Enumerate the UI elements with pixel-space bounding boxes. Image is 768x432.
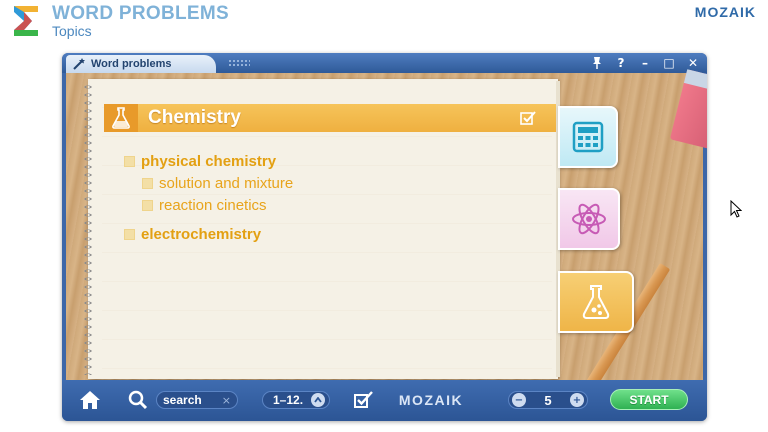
toolbar-brand-logo: MOZAIK	[398, 392, 464, 408]
home-icon	[80, 391, 100, 409]
app-logo-icon	[14, 6, 38, 36]
problem-count-value: 5	[544, 392, 552, 408]
window-controls: ? – □ ✕	[589, 55, 701, 71]
topic-label: physical chemistry	[141, 153, 277, 170]
decrement-icon[interactable]: −	[512, 393, 526, 407]
select-check-button[interactable]	[354, 389, 374, 411]
window-tab-label: Word problems	[91, 58, 172, 70]
wand-icon	[73, 58, 85, 70]
topic-checkbox[interactable]	[124, 156, 135, 167]
topic-checkbox[interactable]	[142, 178, 153, 189]
search-field[interactable]: search ×	[128, 389, 240, 411]
chevron-up-icon[interactable]	[311, 393, 325, 407]
topic-title: Chemistry	[148, 107, 241, 128]
clear-search-icon[interactable]: ×	[222, 394, 231, 407]
topic-header-iconbox	[104, 104, 138, 132]
maximize-button[interactable]: □	[661, 55, 677, 71]
search-icon	[128, 390, 148, 410]
select-all-check-icon[interactable]	[520, 110, 536, 126]
calculator-icon	[572, 121, 604, 153]
grade-range-selector[interactable]: 1–12.	[262, 391, 330, 409]
window-tab[interactable]: Word problems	[66, 55, 216, 73]
topics-notebook: Chemistry physical chemistry solution an…	[78, 79, 560, 379]
maximize-icon: □	[663, 56, 675, 70]
flask-icon	[112, 107, 130, 129]
topic-item-electrochemistry[interactable]: electrochemistry	[124, 226, 261, 243]
increment-icon[interactable]: +	[569, 393, 584, 407]
page-subtitle: Topics	[52, 23, 92, 39]
minimize-button[interactable]: –	[637, 55, 653, 71]
home-button[interactable]	[78, 389, 102, 411]
page-title: WORD PROBLEMS	[52, 3, 230, 24]
checkbox-icon	[354, 391, 373, 408]
eraser-decoration	[669, 69, 707, 149]
grade-range-label: 1–12.	[273, 393, 304, 407]
tab-physics[interactable]	[558, 188, 620, 250]
drag-handle[interactable]	[228, 59, 250, 67]
start-button[interactable]: START	[610, 389, 688, 410]
minimize-icon: –	[642, 56, 648, 70]
topic-header[interactable]: Chemistry	[104, 104, 556, 132]
bottom-toolbar: search × 1–12. MOZAIK − 5 + START	[62, 380, 707, 421]
tab-mathematics[interactable]	[558, 106, 618, 168]
search-label: search	[163, 393, 202, 407]
topic-label: reaction cinetics	[159, 197, 267, 214]
atom-icon	[572, 203, 606, 235]
topic-checkbox[interactable]	[124, 229, 135, 240]
pin-button[interactable]	[589, 55, 605, 71]
topic-item-solution-and-mixture[interactable]: solution and mixture	[142, 175, 293, 192]
brand-logo: MOZAIK	[694, 4, 756, 20]
search-input[interactable]: search ×	[156, 391, 238, 409]
help-icon: ?	[617, 56, 625, 70]
topic-label: solution and mixture	[159, 175, 294, 192]
tab-chemistry[interactable]	[558, 271, 634, 333]
mouse-cursor-icon	[730, 200, 742, 218]
pin-icon	[593, 57, 601, 69]
topic-label: electrochemistry	[141, 226, 262, 243]
topic-item-reaction-cinetics[interactable]: reaction cinetics	[142, 197, 267, 214]
flask-icon	[582, 285, 610, 319]
word-problems-window: Word problems ? – □ ✕ Chemistry physical…	[62, 53, 707, 421]
window-titlebar[interactable]: Word problems ? – □ ✕	[62, 53, 707, 73]
problem-count-stepper[interactable]: − 5 +	[508, 391, 588, 409]
close-icon: ✕	[687, 56, 699, 70]
wood-desk-background: Chemistry physical chemistry solution an…	[66, 69, 707, 397]
app-root: WORD PROBLEMS Topics MOZAIK Word problem…	[0, 0, 768, 432]
topic-checkbox[interactable]	[142, 200, 153, 211]
topic-item-physical-chemistry[interactable]: physical chemistry	[124, 153, 276, 170]
help-button[interactable]: ?	[613, 55, 629, 71]
spiral-binding	[78, 83, 98, 375]
